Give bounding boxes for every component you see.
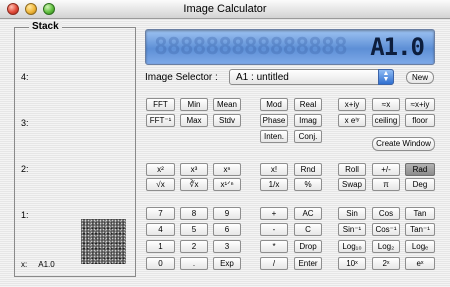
swap-button[interactable]: Swap bbox=[338, 178, 366, 191]
subtract-button[interactable]: - bbox=[260, 223, 288, 236]
log2-button[interactable]: Log₂ bbox=[372, 240, 400, 253]
stack-level-4: 4: bbox=[21, 72, 29, 82]
new-button[interactable]: New bbox=[406, 71, 434, 84]
digit-2-button[interactable]: 2 bbox=[180, 240, 208, 253]
image-selector-label: Image Selector : bbox=[145, 72, 218, 83]
enter-button[interactable]: Enter bbox=[294, 257, 322, 270]
nth-root-button[interactable]: x¹ᐟⁿ bbox=[213, 178, 241, 191]
ac-button[interactable]: AC bbox=[294, 207, 322, 220]
stack-title: Stack bbox=[29, 21, 62, 32]
roll-button[interactable]: Roll bbox=[338, 163, 366, 176]
window-title: Image Calculator bbox=[183, 3, 267, 15]
arcsin-button[interactable]: Sin⁻¹ bbox=[338, 223, 366, 236]
conj-button[interactable]: Conj. bbox=[294, 130, 322, 143]
floor-button[interactable]: floor bbox=[405, 114, 435, 127]
digit-7-button[interactable]: 7 bbox=[146, 207, 175, 220]
clear-button[interactable]: C bbox=[294, 223, 322, 236]
sin-button[interactable]: Sin bbox=[338, 207, 366, 220]
drop-button[interactable]: Drop bbox=[294, 240, 322, 253]
digit-0-button[interactable]: 0 bbox=[146, 257, 175, 270]
imag-button[interactable]: Imag bbox=[294, 114, 322, 127]
lcd-display: 888888888888888 A1.0 bbox=[145, 29, 435, 65]
approx-x-plus-iy-button[interactable]: ≈x+iy bbox=[405, 98, 435, 111]
real-button[interactable]: Real bbox=[294, 98, 322, 111]
lcd-value: A1.0 bbox=[370, 33, 425, 61]
phase-button[interactable]: Phase bbox=[260, 114, 288, 127]
mod-button[interactable]: Mod bbox=[260, 98, 288, 111]
ln-button[interactable]: Logₑ bbox=[405, 240, 435, 253]
two-power-x-button[interactable]: 2ˣ bbox=[372, 257, 400, 270]
digit-9-button[interactable]: 9 bbox=[213, 207, 241, 220]
x-squared-button[interactable]: x² bbox=[146, 163, 175, 176]
image-thumbnail[interactable] bbox=[81, 219, 126, 264]
rad-button[interactable]: Rad bbox=[405, 163, 435, 176]
digit-4-button[interactable]: 4 bbox=[146, 223, 175, 236]
e-power-x-button[interactable]: eˣ bbox=[405, 257, 435, 270]
cos-button[interactable]: Cos bbox=[372, 207, 400, 220]
stack-level-3: 3: bbox=[21, 118, 29, 128]
inten-button[interactable]: Inten. bbox=[260, 130, 288, 143]
digit-6-button[interactable]: 6 bbox=[213, 223, 241, 236]
add-button[interactable]: + bbox=[260, 207, 288, 220]
min-button[interactable]: Min bbox=[180, 98, 208, 111]
exp-button[interactable]: Exp bbox=[213, 257, 241, 270]
ifft-button[interactable]: FFT⁻¹ bbox=[146, 114, 175, 127]
ten-power-x-button[interactable]: 10ˣ bbox=[338, 257, 366, 270]
dropdown-arrows-icon: ▲ ▼ bbox=[378, 69, 394, 85]
arccos-button[interactable]: Cos⁻¹ bbox=[372, 223, 400, 236]
digit-8-button[interactable]: 8 bbox=[180, 207, 208, 220]
stdv-button[interactable]: Stdv bbox=[213, 114, 241, 127]
sqrt-button[interactable]: √x bbox=[146, 178, 175, 191]
digit-3-button[interactable]: 3 bbox=[213, 240, 241, 253]
fft-button[interactable]: FFT bbox=[146, 98, 175, 111]
factorial-button[interactable]: x! bbox=[260, 163, 288, 176]
lcd-ghost-segments: 888888888888888 bbox=[154, 34, 348, 60]
digit-1-button[interactable]: 1 bbox=[146, 240, 175, 253]
cube-root-button[interactable]: ∛x bbox=[180, 178, 208, 191]
digit-5-button[interactable]: 5 bbox=[180, 223, 208, 236]
x-power-n-button[interactable]: xⁿ bbox=[213, 163, 241, 176]
stack-x-value: A1.0 bbox=[38, 260, 55, 269]
pi-button[interactable]: π bbox=[372, 178, 400, 191]
percent-button[interactable]: % bbox=[294, 178, 322, 191]
rnd-button[interactable]: Rnd bbox=[294, 163, 322, 176]
max-button[interactable]: Max bbox=[180, 114, 208, 127]
x-plus-iy-button[interactable]: x+iy bbox=[338, 98, 366, 111]
mean-button[interactable]: Mean bbox=[213, 98, 241, 111]
stack-panel: Stack 4: 3: 2: 1: x: A1.0 bbox=[14, 21, 136, 277]
stack-x-label: x: bbox=[21, 260, 28, 269]
multiply-button[interactable]: * bbox=[260, 240, 288, 253]
title-bar: Image Calculator bbox=[0, 0, 450, 19]
arctan-button[interactable]: Tan⁻¹ bbox=[405, 223, 435, 236]
decimal-point-button[interactable]: . bbox=[180, 257, 208, 270]
create-window-button[interactable]: Create Window bbox=[372, 137, 435, 151]
plus-minus-button[interactable]: +/- bbox=[372, 163, 400, 176]
image-selector-value: A1 : untitled bbox=[236, 72, 289, 83]
tan-button[interactable]: Tan bbox=[405, 207, 435, 220]
ceiling-button[interactable]: ceiling bbox=[372, 114, 400, 127]
log10-button[interactable]: Log₁₀ bbox=[338, 240, 366, 253]
reciprocal-button[interactable]: 1/x bbox=[260, 178, 288, 191]
divide-button[interactable]: / bbox=[260, 257, 288, 270]
x-cubed-button[interactable]: x³ bbox=[180, 163, 208, 176]
image-selector-dropdown[interactable]: A1 : untitled ▲ ▼ bbox=[229, 69, 394, 85]
stack-x-row: x: A1.0 bbox=[21, 260, 55, 269]
stack-level-1: 1: bbox=[21, 210, 29, 220]
approx-x-button[interactable]: ≈x bbox=[372, 98, 400, 111]
stack-level-2: 2: bbox=[21, 164, 29, 174]
x-e-iy-button[interactable]: x eⁱʸ bbox=[338, 114, 366, 127]
deg-button[interactable]: Deg bbox=[405, 178, 435, 191]
